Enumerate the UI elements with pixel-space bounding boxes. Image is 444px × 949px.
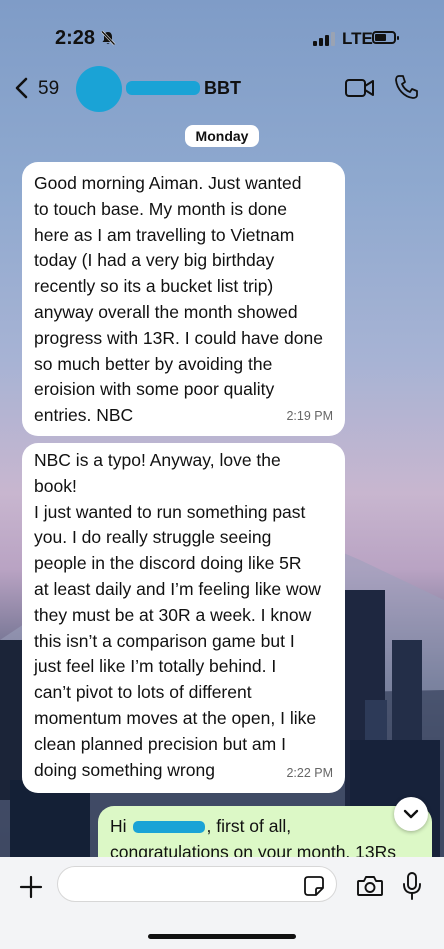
camera-icon[interactable] [356,874,384,898]
chevron-left-icon[interactable] [12,76,32,100]
silent-bell-icon [101,30,116,46]
reply-greeting: Hi [110,816,127,836]
message-timestamp: 2:19 PM [286,409,333,424]
chevron-down-icon [403,809,419,819]
scroll-to-bottom-button[interactable] [394,797,428,831]
message-input[interactable] [57,866,337,902]
contact-name[interactable]: BBT [126,78,241,99]
incoming-message[interactable]: NBC is a typo! Anyway, love the book! I … [22,443,345,793]
redaction-mark [132,821,205,833]
composer-bar [0,857,444,949]
date-separator: Monday [185,125,259,147]
message-text: Good morning Aiman. Just wanted to touch… [34,173,323,426]
video-camera-icon[interactable] [344,76,376,100]
redaction-mark [126,81,200,95]
battery-icon [372,31,399,44]
avatar[interactable] [76,66,122,112]
status-time: 2:28 [55,27,96,49]
unread-count[interactable]: 59 [38,78,59,100]
message-text: NBC is a typo! Anyway, love the book! I … [34,450,321,780]
network-type: LTE [342,29,373,48]
phone-icon[interactable] [394,74,418,100]
contact-name-suffix: BBT [204,78,241,98]
chat-header: 59 BBT [0,58,444,116]
plus-icon[interactable] [18,874,44,900]
message-timestamp: 2:22 PM [286,766,333,781]
microphone-icon[interactable] [402,871,422,901]
home-indicator[interactable] [148,934,296,939]
reply-greeting-rest: , first of all, [206,816,292,836]
cellular-signal-icon [313,32,335,46]
sticker-icon[interactable] [303,875,325,897]
incoming-message[interactable]: Good morning Aiman. Just wanted to touch… [22,162,345,436]
